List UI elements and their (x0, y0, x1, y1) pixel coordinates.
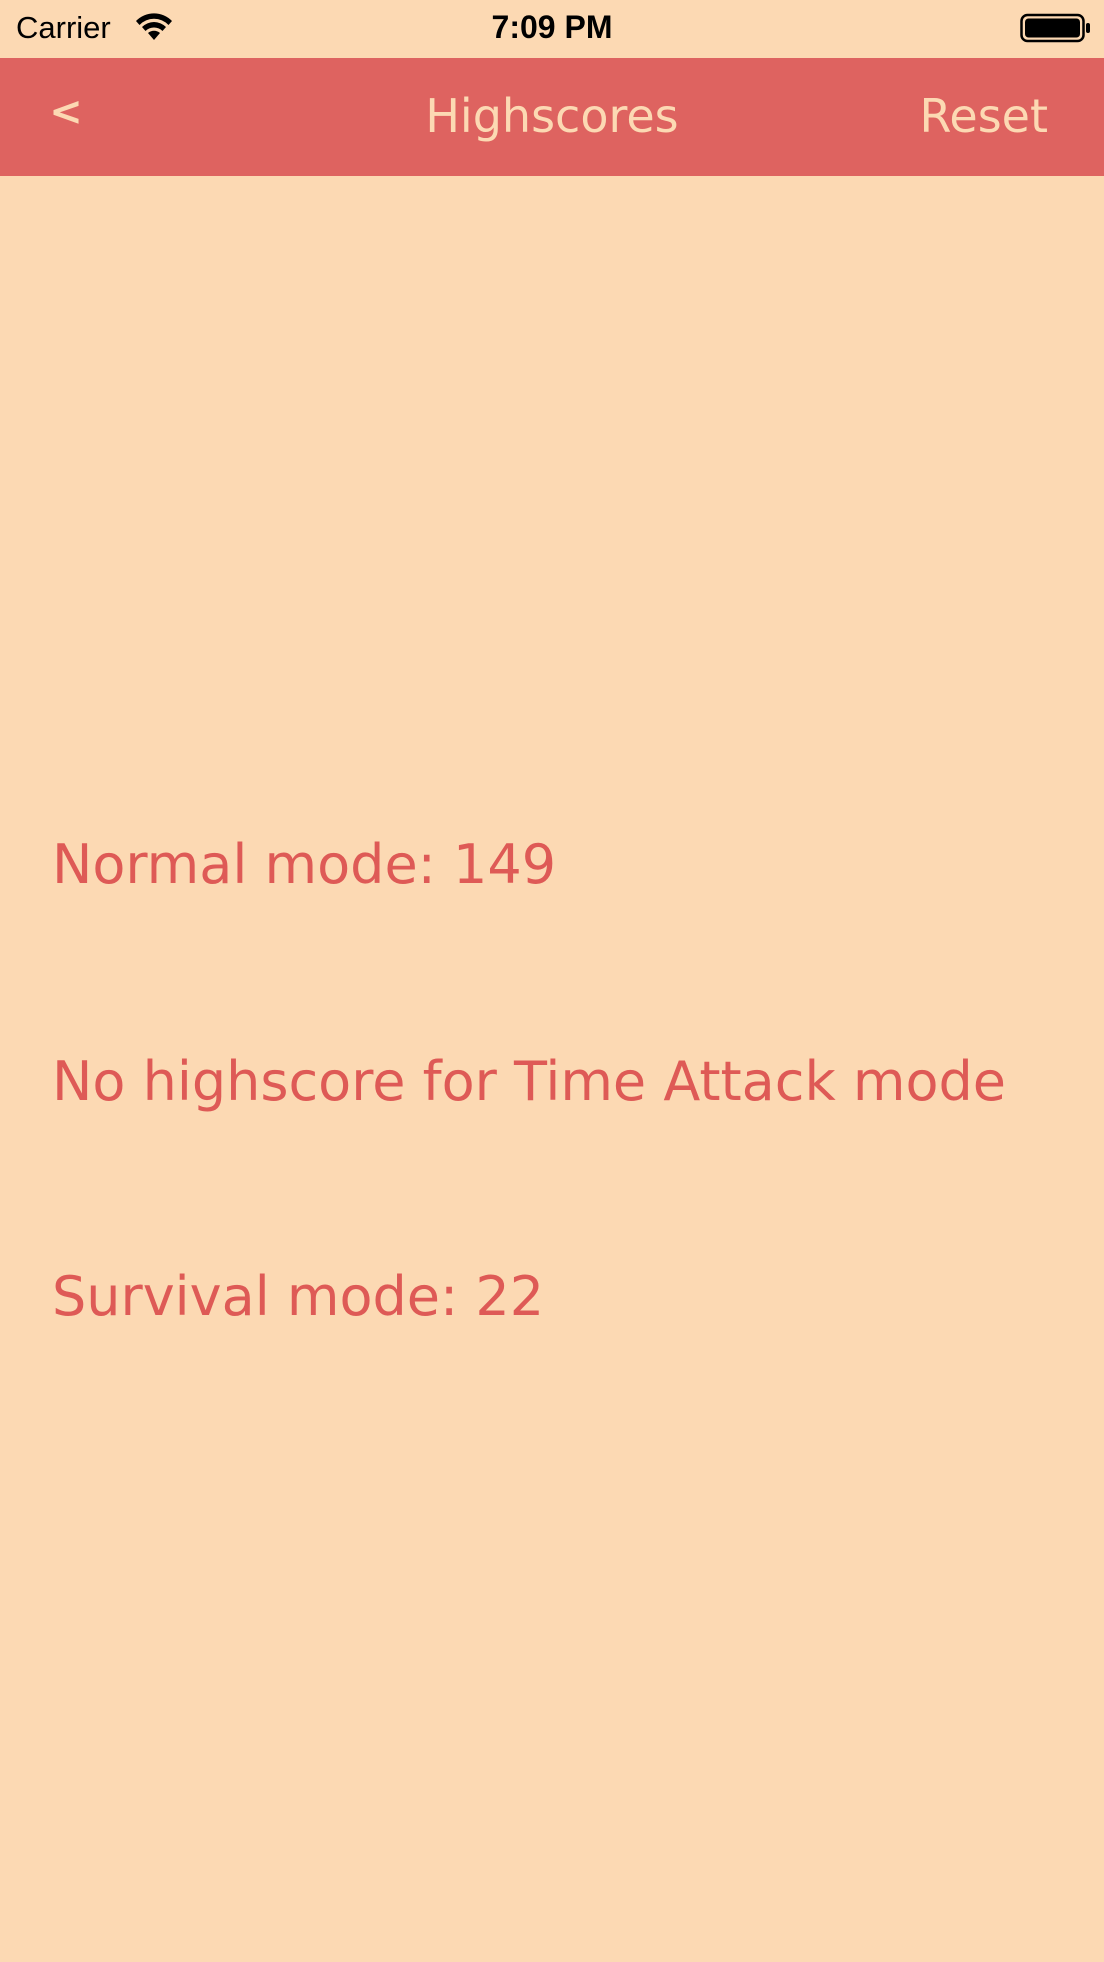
normal-mode-score: Normal mode: 149 (52, 833, 557, 896)
battery-icon (1020, 13, 1090, 43)
navigation-bar: < Highscores Reset (0, 58, 1104, 176)
status-time: 7:09 PM (491, 9, 613, 45)
survival-mode-score: Survival mode: 22 (52, 1265, 545, 1328)
time-attack-mode-score: No highscore for Time Attack mode (52, 1050, 1007, 1113)
reset-button[interactable]: Reset (920, 86, 1049, 146)
status-bar: Carrier 7:09 PM (0, 0, 1104, 58)
back-button[interactable]: < (44, 82, 88, 142)
